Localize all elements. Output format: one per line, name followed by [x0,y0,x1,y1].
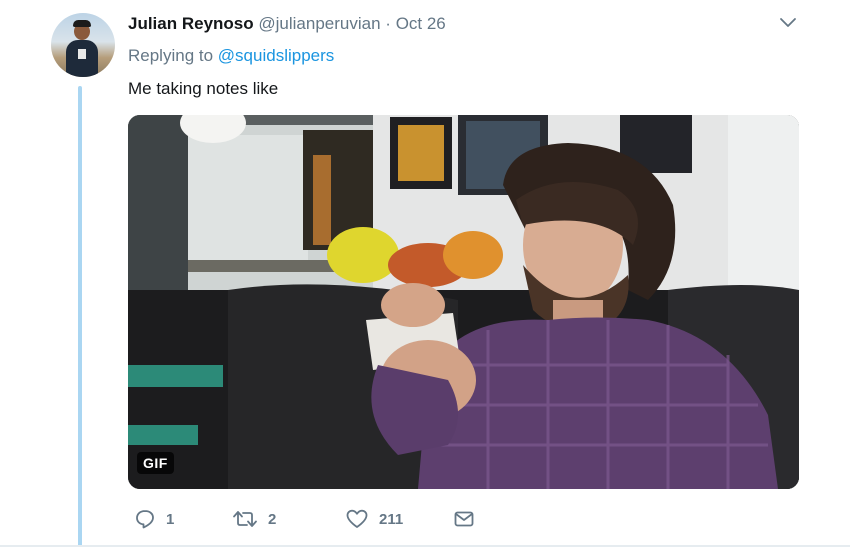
tweet-text: Me taking notes like [128,79,279,98]
gif-preview-image [128,115,799,489]
direct-message-button[interactable] [453,508,475,530]
header-separator: · [385,14,391,33]
retweet-icon [233,511,257,527]
retweet-count: 2 [268,510,277,528]
reply-count: 1 [166,510,175,528]
avatar-shirt-detail [78,49,86,59]
envelope-icon [454,511,474,527]
replying-to-mention[interactable]: @squidslippers [218,46,334,65]
reply-button[interactable]: 1 [134,508,174,530]
avatar-hair-shape [73,20,91,27]
tweet-media-gif[interactable]: GIF [128,115,799,489]
tweet[interactable]: Julian Reynoso @julianperuvian · Oct 26 … [0,0,850,547]
heart-icon [346,509,368,528]
replying-to-line: Replying to @squidslippers [128,45,334,67]
chevron-down-icon[interactable] [779,16,797,30]
retweet-button[interactable]: 2 [232,508,276,530]
gif-badge: GIF [137,452,174,474]
tweet-header: Julian Reynoso @julianperuvian · Oct 26 [128,13,446,35]
reply-icon [136,510,154,529]
tweet-date[interactable]: Oct 26 [396,14,446,33]
author-name[interactable]: Julian Reynoso [128,14,254,33]
avatar[interactable] [51,13,115,77]
like-count: 211 [379,510,404,528]
replying-to-prefix: Replying to [128,46,214,65]
like-button[interactable]: 211 [345,508,403,530]
thread-line [78,86,82,547]
author-handle[interactable]: @julianperuvian [258,14,380,33]
